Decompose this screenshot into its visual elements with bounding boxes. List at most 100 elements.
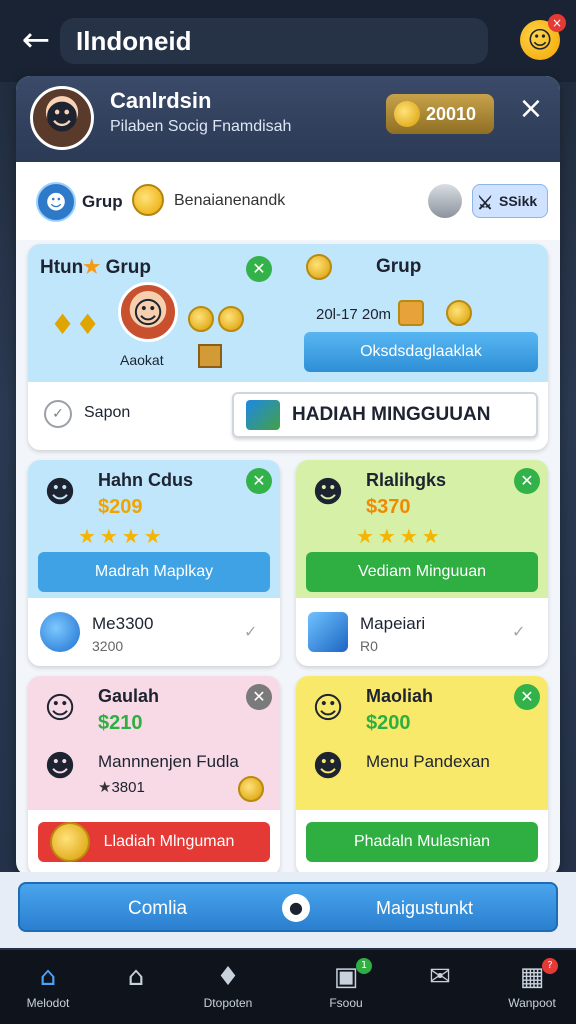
- hat-avatar-icon: ☻: [312, 749, 344, 784]
- coin-stack-icon: [394, 101, 420, 127]
- reward-card: ☻ Rlalihgks $370 ✕ ★★★★ Vediam Minguuan …: [296, 460, 548, 666]
- card-title: Rlalihgks: [366, 470, 447, 490]
- card-sub-value-row: ★3801: [98, 778, 145, 796]
- gift-icon: [398, 300, 424, 326]
- nav-item-mail[interactable]: ✉: [392, 962, 488, 1018]
- nav-item-calendar[interactable]: ▦ Wanpoot ?: [484, 958, 576, 1018]
- card-top: ☻ Hahn Cdus $209 ✕ ★★★★ Madrah Maplkay: [28, 460, 280, 598]
- gold-pile-icon: ♦♦: [50, 308, 101, 341]
- coin-value: 20010: [426, 103, 477, 124]
- nav-item-home[interactable]: ⌂ Melodot: [0, 962, 96, 1018]
- featured-right-title: Grup: [376, 256, 422, 277]
- weekly-reward-button[interactable]: HADIAH MINGGUUAN: [232, 392, 538, 438]
- nav-item-shop[interactable]: ♦ Dtopoten: [180, 962, 276, 1018]
- character-label: Aaokat: [120, 352, 164, 368]
- card-price: $210: [98, 712, 143, 734]
- card-bottom-sub: R0: [360, 638, 378, 654]
- bottom-action-bar: Comlia ● Maigustunkt: [0, 872, 576, 948]
- house-icon: ⌂: [127, 962, 145, 992]
- rating-stars-icon: ★★★★: [356, 524, 444, 548]
- card-top: ☺ Gaulah $210 ✕ ☻ Mannnenjen Fudla ★3801: [28, 676, 280, 810]
- check-icon: ✓: [244, 622, 258, 641]
- page-title: Ilndoneid: [76, 26, 192, 56]
- sword-icon: ⚔: [477, 193, 494, 213]
- card-action-button[interactable]: Phadaln Mulasnian: [306, 822, 538, 862]
- group-text: Benaianenandk: [174, 192, 286, 209]
- star-icon: ★: [98, 779, 112, 796]
- stick-button[interactable]: ⚔ SSikk: [472, 184, 548, 218]
- group-avatar-icon[interactable]: ☻: [36, 182, 76, 222]
- featured-action-button[interactable]: Oksdsdaglaaklak: [304, 332, 538, 372]
- group-label: Grup: [82, 192, 123, 211]
- reward-card: ☺ Gaulah $210 ✕ ☻ Mannnenjen Fudla ★3801…: [28, 676, 280, 876]
- featured-left-title: Htun★ Grup: [40, 256, 151, 279]
- weekly-reward-label: HADIAH MINGGUUAN: [292, 404, 491, 425]
- close-badge-icon[interactable]: ✕: [246, 468, 272, 494]
- close-button[interactable]: ×: [514, 92, 548, 126]
- star-icon: ★: [83, 257, 101, 278]
- featured-top: Htun★ Grup ✕ ♦♦ ☺ Aaokat Grup 20l-17 20m…: [28, 244, 548, 382]
- nav-label: Melodot: [26, 996, 70, 1010]
- card-top: ☻ Rlalihgks $370 ✕ ★★★★ Vediam Minguuan: [296, 460, 548, 598]
- round-button-icon[interactable]: [428, 184, 462, 218]
- card-sub-title: Mannnenjen Fudla: [98, 752, 239, 771]
- user-avatar-button[interactable]: ☺ ×: [520, 14, 566, 60]
- close-badge-icon[interactable]: ✕: [246, 684, 272, 710]
- smiley-icon: ☺: [527, 26, 553, 54]
- card-action-button[interactable]: Vediam Minguuan: [306, 552, 538, 592]
- featured-left-title-text: Htun: [40, 257, 84, 278]
- nav-item-house[interactable]: ⌂: [88, 962, 184, 1018]
- card-title: Gaulah: [98, 686, 160, 706]
- close-badge-icon[interactable]: ✕: [514, 684, 540, 710]
- inbox-icon: ▣: [333, 962, 359, 992]
- coin-balance[interactable]: 20010: [386, 94, 494, 134]
- gold-coin-icon: [238, 776, 264, 802]
- notification-badge: ×: [548, 14, 566, 32]
- card-title: Maoliah: [366, 686, 434, 706]
- close-badge-icon[interactable]: ✕: [514, 468, 540, 494]
- character-avatar-icon: ☻: [312, 475, 344, 510]
- card-price: $209: [98, 496, 143, 518]
- boy-avatar-icon: ☻: [44, 475, 76, 510]
- card-top: ☺ Maoliah $200 ✕ ☻ Menu Pandexan: [296, 676, 548, 810]
- character-avatar: ☺: [118, 282, 178, 342]
- nav-badge: ?: [542, 958, 558, 974]
- card-price: $370: [366, 496, 411, 518]
- nav-item-feed[interactable]: ▣ Fsoou 1: [298, 958, 394, 1018]
- card-bottom-sub: 3200: [92, 638, 124, 654]
- gold-coin-icon: [50, 822, 90, 862]
- gold-coin-icon: [188, 306, 214, 332]
- main-action-button[interactable]: Comlia ● Maigustunkt: [18, 882, 558, 932]
- top-bar: ← Ilndoneid ☺ ×: [0, 0, 576, 82]
- check-icon: ✓: [512, 622, 526, 641]
- group-row: ☻ Grup Benaianenandk ⚔ SSikk: [16, 162, 560, 240]
- card-price: $200: [366, 712, 411, 734]
- card-action-button[interactable]: Madrah Maplkay: [38, 552, 270, 592]
- close-badge-icon[interactable]: ✕: [246, 256, 272, 282]
- sapon-label: Sapon: [84, 404, 131, 421]
- group-panel: ☻ Canlrdsin Pilaben Socig Fnamdisah 2001…: [16, 76, 560, 876]
- stick-label: SSikk: [499, 193, 538, 209]
- profile-name: Canlrdsin: [110, 88, 212, 113]
- card-bottom-title: Me3300: [92, 614, 154, 633]
- profile-subtitle: Pilaben Socig Fnamdisah: [110, 118, 292, 135]
- featured-left-group: Grup: [105, 257, 151, 278]
- nav-badge: 1: [356, 958, 372, 974]
- calendar-icon: ▦: [519, 962, 545, 992]
- home-icon: ⌂: [39, 962, 57, 992]
- reward-card: ☻ Hahn Cdus $209 ✕ ★★★★ Madrah Maplkay M…: [28, 460, 280, 666]
- featured-group-card: Htun★ Grup ✕ ♦♦ ☺ Aaokat Grup 20l-17 20m…: [28, 244, 548, 450]
- lightning-coin-icon: [40, 612, 80, 652]
- back-arrow-icon[interactable]: ←: [18, 22, 54, 58]
- gold-coin-icon: [218, 306, 244, 332]
- girl-avatar-icon: ☺: [44, 691, 76, 726]
- coin-pile-icon: [306, 254, 332, 280]
- chest-icon: [198, 344, 222, 368]
- action-left-label: Comlia: [128, 898, 188, 919]
- card-sub-value: 3801: [111, 779, 145, 796]
- profile-avatar[interactable]: ☻: [30, 86, 94, 150]
- nav-label: Fsoou: [329, 996, 363, 1010]
- nav-label: Wanpoot: [508, 996, 556, 1010]
- reward-card: ☺ Maoliah $200 ✕ ☻ Menu Pandexan Phadaln…: [296, 676, 548, 876]
- rating-stars-icon: ★★★★: [78, 524, 166, 548]
